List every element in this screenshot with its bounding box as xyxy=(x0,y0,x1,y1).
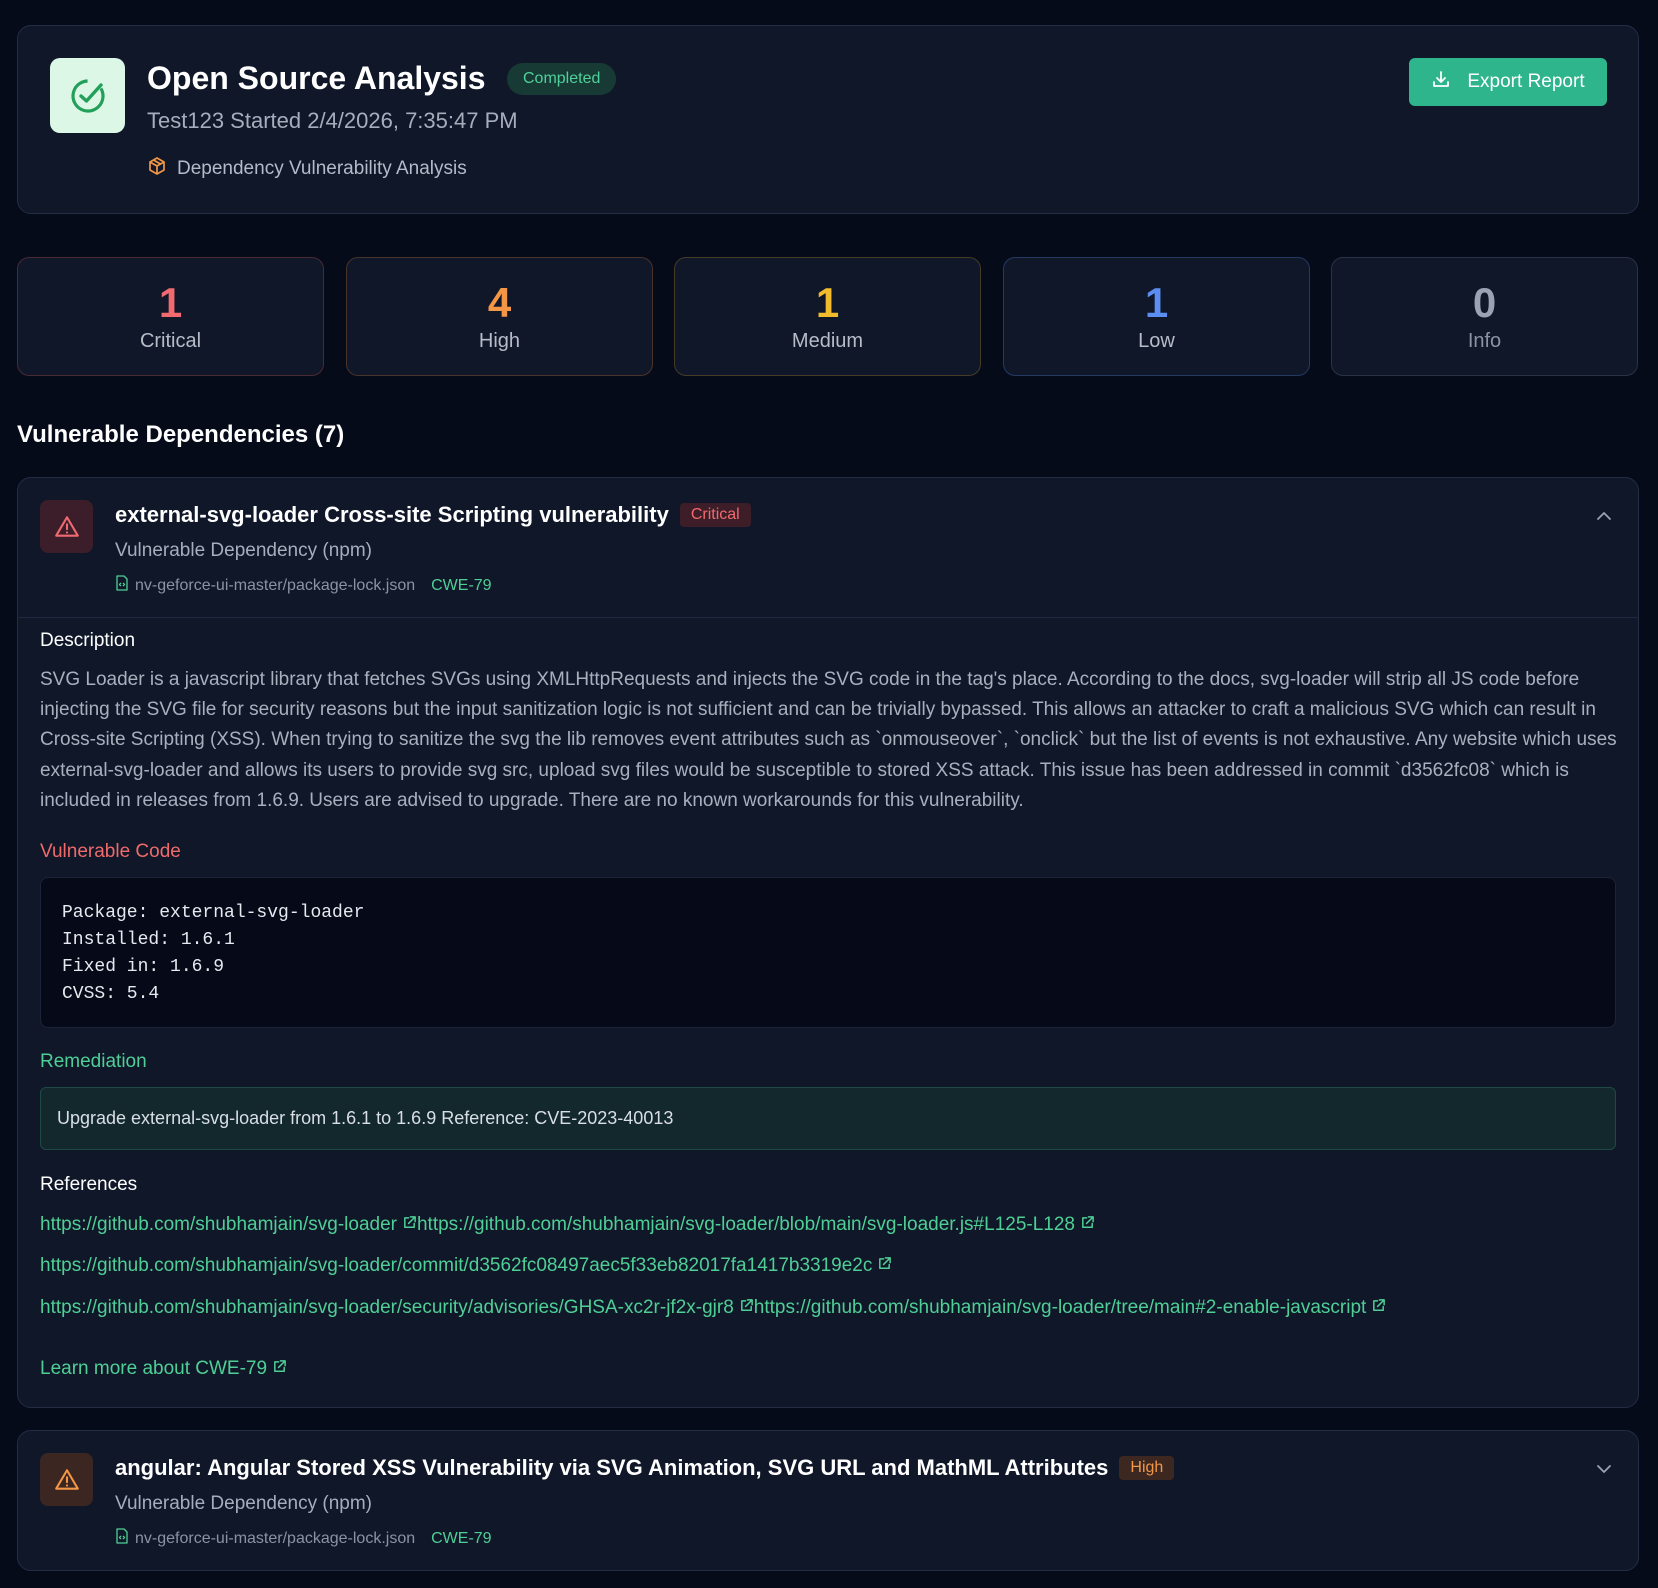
external-link-icon xyxy=(272,1358,287,1380)
reference-row: https://github.com/shubhamjain/svg-loade… xyxy=(40,1214,1095,1236)
remediation-text: Upgrade external-svg-loader from 1.6.1 t… xyxy=(57,1108,674,1128)
stat-high-count: 4 xyxy=(487,279,512,326)
external-link-icon xyxy=(1371,1297,1386,1319)
page-title: Open Source Analysis xyxy=(147,60,486,96)
remediation-box: Upgrade external-svg-loader from 1.6.1 t… xyxy=(40,1087,1616,1150)
learn-more-link[interactable]: Learn more about CWE-79 xyxy=(40,1358,287,1380)
check-circle-icon xyxy=(50,58,125,133)
vulnerability-title: angular: Angular Stored XSS Vulnerabilit… xyxy=(115,1455,1109,1480)
severity-badge: High xyxy=(1119,1456,1175,1480)
reference-link[interactable]: https://github.com/shubhamjain/svg-loade… xyxy=(40,1255,892,1277)
description-heading: Description xyxy=(40,630,136,651)
analysis-type: Dependency Vulnerability Analysis xyxy=(147,156,467,182)
stat-critical[interactable]: 1 Critical xyxy=(17,257,324,376)
export-report-button[interactable]: Export Report xyxy=(1409,58,1607,106)
cwe-tag: CWE-79 xyxy=(431,576,492,594)
stat-high-label: High xyxy=(478,330,521,352)
external-link-icon xyxy=(877,1255,892,1277)
chevron-down-icon[interactable] xyxy=(1592,1457,1616,1481)
vulnerable-code-block: Package: external-svg-loader Installed: … xyxy=(40,877,1616,1028)
scan-meta: Test123 Started 2/4/2026, 7:35:47 PM xyxy=(147,108,518,133)
vulnerability-card: external-svg-loader Cross-site Scripting… xyxy=(17,477,1639,1408)
status-badge: Completed xyxy=(507,63,617,95)
reference-link[interactable]: https://github.com/shubhamjain/svg-loade… xyxy=(754,1297,1387,1319)
file-path: nv-geforce-ui-master/package-lock.json xyxy=(135,1529,416,1547)
vulnerability-type: Vulnerable Dependency (npm) xyxy=(115,1493,373,1514)
references-heading: References xyxy=(40,1174,138,1195)
vulnerability-type: Vulnerable Dependency (npm) xyxy=(115,540,373,561)
stat-low-count: 1 xyxy=(1144,279,1169,326)
reference-row: https://github.com/shubhamjain/svg-loade… xyxy=(40,1255,892,1277)
section-title: Vulnerable Dependencies (7) xyxy=(17,421,345,448)
warning-triangle-icon xyxy=(40,1453,93,1506)
external-link-icon xyxy=(402,1214,417,1236)
file-code-icon xyxy=(115,575,129,596)
stat-critical-label: Critical xyxy=(139,330,202,352)
chevron-up-icon[interactable] xyxy=(1592,504,1616,528)
learn-more-row: Learn more about CWE-79 xyxy=(40,1358,287,1380)
reference-link[interactable]: https://github.com/shubhamjain/svg-loade… xyxy=(417,1214,1095,1236)
stat-low[interactable]: 1 Low xyxy=(1003,257,1310,376)
stat-high[interactable]: 4 High xyxy=(346,257,653,376)
scan-header-card: Open Source Analysis Completed Test123 S… xyxy=(17,25,1639,214)
download-icon xyxy=(1431,69,1451,95)
export-report-label: Export Report xyxy=(1467,71,1585,92)
reference-link[interactable]: https://github.com/shubhamjain/svg-loade… xyxy=(40,1297,754,1319)
stat-medium-label: Medium xyxy=(791,330,864,352)
reference-row: https://github.com/shubhamjain/svg-loade… xyxy=(40,1297,1386,1319)
stat-critical-count: 1 xyxy=(158,279,183,326)
vulnerability-card[interactable]: angular: Angular Stored XSS Vulnerabilit… xyxy=(17,1430,1639,1571)
reference-link[interactable]: https://github.com/shubhamjain/svg-loade… xyxy=(40,1214,417,1236)
divider xyxy=(18,617,1638,618)
external-link-icon xyxy=(1080,1214,1095,1236)
vulnerable-code-heading: Vulnerable Code xyxy=(40,841,181,862)
stat-medium-count: 1 xyxy=(815,279,840,326)
vulnerability-title: external-svg-loader Cross-site Scripting… xyxy=(115,502,669,527)
file-code-icon xyxy=(115,1528,129,1549)
description-text: SVG Loader is a javascript library that … xyxy=(40,669,1617,811)
file-path: nv-geforce-ui-master/package-lock.json xyxy=(135,576,416,594)
external-link-icon xyxy=(739,1297,754,1319)
stat-medium[interactable]: 1 Medium xyxy=(674,257,981,376)
stat-low-label: Low xyxy=(1138,330,1175,352)
severity-badge: Critical xyxy=(679,503,751,527)
warning-triangle-icon xyxy=(40,500,93,553)
analysis-type-label: Dependency Vulnerability Analysis xyxy=(177,158,467,179)
stat-info-label: Info xyxy=(1467,330,1502,352)
cwe-tag: CWE-79 xyxy=(431,1529,492,1547)
stat-info[interactable]: 0 Info xyxy=(1331,257,1638,376)
remediation-heading: Remediation xyxy=(40,1051,147,1072)
stat-info-count: 0 xyxy=(1472,279,1497,326)
package-icon xyxy=(147,156,167,182)
